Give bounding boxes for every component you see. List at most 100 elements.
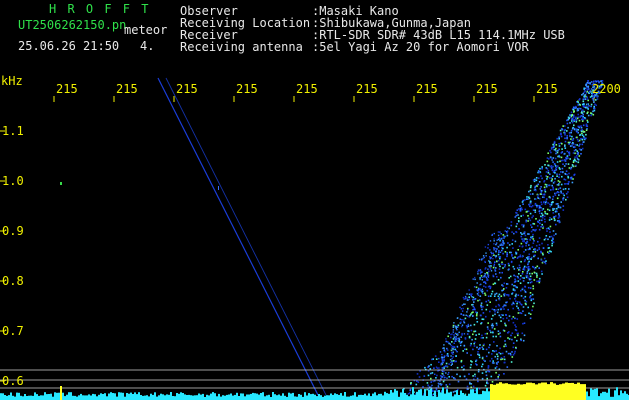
signal-speckle <box>532 209 535 211</box>
signal-speckle <box>495 267 497 269</box>
signal-speckle <box>508 268 510 270</box>
signal-speckle <box>532 215 534 217</box>
signal-speckle <box>560 156 563 159</box>
signal-speckle <box>537 221 540 223</box>
signal-speckle <box>521 224 523 226</box>
signal-speckle <box>524 259 526 261</box>
signal-speckle <box>562 209 565 211</box>
signal-speckle <box>536 265 539 268</box>
noise-floor-bar <box>418 389 420 400</box>
signal-speckle <box>559 181 561 183</box>
signal-speckle <box>535 218 537 220</box>
signal-speckle <box>496 242 498 244</box>
signal-speckle <box>461 319 463 321</box>
noise-floor-bar <box>20 395 22 400</box>
signal-speckle <box>506 283 508 285</box>
noise-floor-bar <box>86 395 88 400</box>
signal-speckle <box>558 137 560 140</box>
signal-speckle <box>478 258 481 261</box>
signal-speckle <box>514 295 517 297</box>
noise-floor-bar <box>334 393 336 400</box>
signal-speckle <box>511 332 514 334</box>
noise-floor-bar <box>378 393 380 400</box>
signal-speckle <box>509 275 512 278</box>
signal-speckle <box>514 298 516 300</box>
signal-speckle <box>499 256 502 258</box>
signal-speckle <box>532 305 534 308</box>
signal-speckle <box>485 371 487 373</box>
signal-speckle <box>552 186 554 189</box>
signal-speckle <box>571 121 574 124</box>
signal-speckle <box>565 198 567 201</box>
signal-speckle <box>534 248 536 250</box>
signal-speckle <box>525 238 527 240</box>
signal-speckle <box>575 128 578 130</box>
signal-speckle <box>466 315 469 317</box>
signal-speckle <box>567 126 569 129</box>
signal-speckle <box>578 148 581 150</box>
noise-floor-bar <box>166 394 168 400</box>
signal-speckle <box>553 208 556 210</box>
signal-speckle <box>532 229 534 231</box>
noise-floor-bar <box>260 393 262 400</box>
noise-floor-bar <box>172 396 174 400</box>
signal-speckle <box>497 355 499 358</box>
noise-floor-bar <box>360 394 362 400</box>
noise-floor-bar <box>44 392 46 400</box>
signal-speckle <box>582 113 584 116</box>
signal-speckle <box>415 383 418 386</box>
noise-floor-bar <box>56 392 58 400</box>
noise-floor-bar <box>198 393 200 400</box>
signal-speckle <box>541 223 543 226</box>
signal-speckle <box>519 269 521 272</box>
signal-speckle <box>445 340 448 343</box>
signal-speckle <box>472 375 474 377</box>
signal-speckle <box>476 346 478 349</box>
signal-speckle <box>581 138 584 141</box>
noise-floor-bar <box>486 387 488 400</box>
signal-speckle <box>520 275 522 277</box>
noise-floor-bar <box>308 393 310 400</box>
signal-speckle <box>484 268 486 270</box>
signal-speckle <box>482 292 484 295</box>
signal-speckle <box>454 390 456 393</box>
signal-speckle <box>518 217 520 219</box>
noise-floor-bar <box>604 391 606 400</box>
signal-speckle <box>477 273 479 275</box>
noise-floor-bar <box>216 396 218 400</box>
signal-speckle <box>567 181 570 183</box>
signal-speckle <box>563 129 566 132</box>
signal-speckle <box>519 254 522 256</box>
signal-speckle <box>409 389 411 392</box>
noise-floor-bar <box>376 395 378 400</box>
signal-speckle <box>557 206 560 209</box>
carrier-band-edge <box>523 384 526 386</box>
signal-speckle <box>545 260 547 262</box>
signal-speckle <box>552 175 554 177</box>
noise-floor-bar <box>330 393 332 400</box>
signal-speckle <box>498 296 501 299</box>
signal-speckle <box>511 243 513 245</box>
signal-speckle <box>499 231 501 233</box>
signal-speckle <box>549 225 552 228</box>
noise-floor-bar <box>258 394 260 400</box>
signal-speckle <box>564 132 566 134</box>
signal-speckle <box>564 183 566 185</box>
signal-speckle <box>484 333 487 335</box>
signal-speckle <box>566 122 569 125</box>
signal-speckle <box>507 352 510 355</box>
signal-speckle <box>575 117 577 119</box>
signal-speckle <box>476 313 478 315</box>
signal-speckle <box>494 270 497 272</box>
signal-speckle <box>520 235 523 238</box>
noise-floor-bar <box>368 393 370 400</box>
noise-floor-bar <box>70 392 72 400</box>
signal-speckle <box>576 144 578 146</box>
signal-speckle <box>526 270 529 273</box>
date-time: 25.06.26 21:50 <box>18 39 120 53</box>
signal-speckle <box>502 267 504 269</box>
carrier-band-edge <box>529 382 532 386</box>
signal-speckle <box>579 116 581 118</box>
signal-speckle <box>522 280 525 282</box>
signal-speckle <box>486 289 489 292</box>
